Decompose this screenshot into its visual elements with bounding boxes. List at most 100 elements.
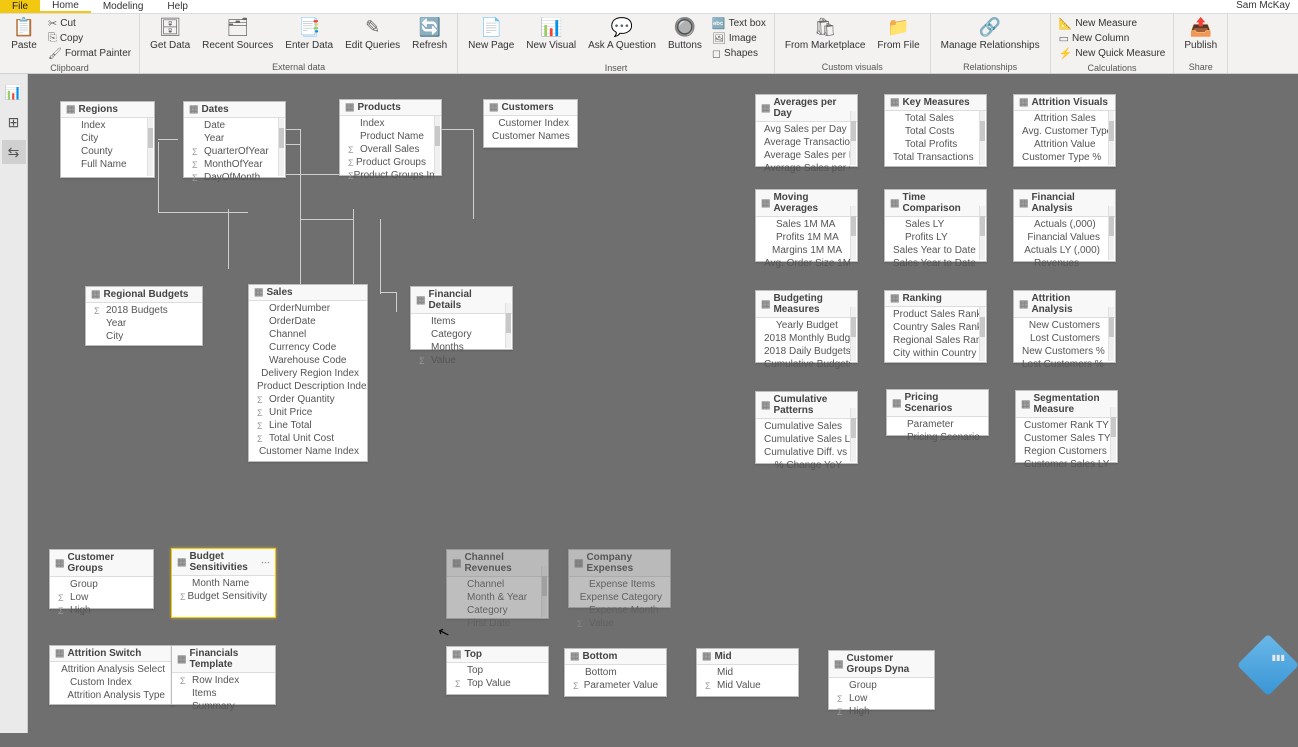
field-row[interactable]: Customer Rank TY bbox=[1016, 419, 1110, 432]
scroll-thumb[interactable] bbox=[435, 126, 440, 146]
table-budget-sensitivities[interactable]: ▦Budget Sensitivities⋯Month NameΣBudget … bbox=[171, 548, 276, 618]
scrollbar[interactable] bbox=[979, 307, 985, 361]
table-header[interactable]: ▦Financial Details bbox=[411, 287, 512, 314]
field-row[interactable]: ΣMonthOfYear bbox=[184, 158, 278, 171]
table-header[interactable]: ▦Cumulative Patterns bbox=[756, 392, 857, 419]
field-row[interactable]: Total Profits bbox=[885, 138, 979, 151]
field-row[interactable]: Group bbox=[829, 679, 934, 692]
scroll-thumb[interactable] bbox=[851, 216, 856, 236]
field-row[interactable]: Sales 1M MA bbox=[756, 218, 850, 231]
field-row[interactable]: ΣTop Value bbox=[447, 677, 548, 690]
field-row[interactable]: ΣParameter Value bbox=[565, 679, 666, 692]
field-row[interactable]: ΣOverall Sales bbox=[340, 143, 434, 156]
field-row[interactable]: Delivery Region Index bbox=[249, 367, 367, 380]
scroll-thumb[interactable] bbox=[1111, 417, 1116, 437]
text-box-button[interactable]: 🔤Text box bbox=[708, 16, 770, 31]
table-header[interactable]: ▦Key Measures bbox=[885, 95, 986, 111]
field-row[interactable]: Month Name bbox=[172, 577, 275, 590]
field-row[interactable]: Profits 1M MA bbox=[756, 231, 850, 244]
field-row[interactable]: Mid bbox=[697, 666, 798, 679]
from-file-button[interactable]: 📁From File bbox=[871, 16, 925, 53]
buttons-button[interactable]: 🔘Buttons bbox=[662, 16, 708, 53]
table-header[interactable]: ▦Ranking bbox=[885, 291, 986, 307]
table-header[interactable]: ▦Customers bbox=[484, 100, 577, 116]
ask-question-button[interactable]: 💬Ask A Question bbox=[582, 16, 662, 53]
table-header[interactable]: ▦Company Expenses bbox=[569, 550, 670, 577]
scroll-thumb[interactable] bbox=[980, 121, 985, 141]
field-row[interactable]: ΣMid Value bbox=[697, 679, 798, 692]
field-row[interactable]: Lost Customers bbox=[1014, 332, 1108, 345]
field-row[interactable]: City bbox=[86, 330, 202, 343]
scrollbar[interactable] bbox=[1108, 307, 1114, 361]
image-button[interactable]: 🖼Image bbox=[708, 31, 770, 46]
field-row[interactable]: New Customers % bbox=[1014, 345, 1108, 358]
table-customer-groups[interactable]: ▦Customer GroupsGroupΣLowΣHigh bbox=[49, 549, 154, 609]
table-budgeting-measures[interactable]: ▦Budgeting MeasuresYearly Budget2018 Mon… bbox=[755, 290, 858, 363]
scrollbar[interactable] bbox=[278, 118, 284, 176]
table-header[interactable]: ▦Customer Groups bbox=[50, 550, 153, 577]
field-row[interactable]: Month & Year bbox=[447, 591, 541, 604]
field-row[interactable]: Customer Sales LY bbox=[1016, 458, 1110, 471]
scroll-thumb[interactable] bbox=[851, 418, 856, 438]
field-row[interactable]: Pricing Scenario bbox=[887, 431, 988, 444]
table-header[interactable]: ▦Pricing Scenarios bbox=[887, 390, 988, 417]
field-row[interactable]: Category bbox=[411, 328, 505, 341]
table-key-measures[interactable]: ▦Key MeasuresTotal SalesTotal CostsTotal… bbox=[884, 94, 987, 167]
field-row[interactable]: ΣValue bbox=[411, 354, 505, 367]
table-header[interactable]: ▦Products bbox=[340, 100, 441, 116]
field-row[interactable]: ΣValue bbox=[569, 617, 670, 630]
field-row[interactable]: ΣDayOfMonth bbox=[184, 171, 278, 184]
table-header[interactable]: ▦Moving Averages bbox=[756, 190, 857, 217]
field-row[interactable]: ΣLow bbox=[50, 591, 153, 604]
scroll-thumb[interactable] bbox=[1109, 121, 1114, 141]
field-row[interactable]: OrderDate bbox=[249, 315, 367, 328]
scroll-thumb[interactable] bbox=[279, 128, 284, 148]
table-header[interactable]: ▦Budgeting Measures bbox=[756, 291, 857, 318]
field-row[interactable]: 2018 Daily Budgets bbox=[756, 345, 850, 358]
field-row[interactable]: Category bbox=[447, 604, 541, 617]
field-row[interactable]: Summary bbox=[172, 700, 275, 713]
table-time-comparison[interactable]: ▦Time ComparisonSales LYProfits LYSales … bbox=[884, 189, 987, 262]
publish-button[interactable]: 📤Publish bbox=[1178, 16, 1223, 53]
table-cumulative-patterns[interactable]: ▦Cumulative PatternsCumulative SalesCumu… bbox=[755, 391, 858, 464]
cut-button[interactable]: ✂Cut bbox=[44, 16, 135, 31]
field-row[interactable]: Group bbox=[50, 578, 153, 591]
scrollbar[interactable] bbox=[850, 111, 856, 165]
field-row[interactable]: Average Transactions bbox=[756, 136, 850, 149]
field-row[interactable]: City bbox=[61, 132, 147, 145]
report-view-icon[interactable]: 📊 bbox=[2, 80, 26, 104]
field-row[interactable]: Avg. Order Size 1M M bbox=[756, 257, 850, 270]
table-header[interactable]: ▦Attrition Switch bbox=[50, 646, 173, 662]
field-row[interactable]: Cumulative Budgets bbox=[756, 358, 850, 371]
field-row[interactable]: Margins 1M MA bbox=[756, 244, 850, 257]
scroll-thumb[interactable] bbox=[148, 128, 153, 148]
table-moving-averages[interactable]: ▦Moving AveragesSales 1M MAProfits 1M MA… bbox=[755, 189, 858, 262]
shapes-button[interactable]: ◻Shapes bbox=[708, 46, 770, 61]
table-avg-per-day[interactable]: ▦Averages per DayAvg Sales per DayAverag… bbox=[755, 94, 858, 167]
field-row[interactable]: ΣProduct Groups Ind bbox=[340, 169, 434, 182]
table-customer-groups-dyna[interactable]: ▦Customer Groups DynaGroupΣLowΣHigh bbox=[828, 650, 935, 710]
field-row[interactable]: Σ2018 Budgets bbox=[86, 304, 202, 317]
field-row[interactable]: Country Sales Rank bbox=[885, 321, 979, 334]
scroll-thumb[interactable] bbox=[851, 121, 856, 141]
paste-button[interactable]: 📋Paste bbox=[4, 16, 44, 53]
field-row[interactable]: ΣProduct Groups bbox=[340, 156, 434, 169]
table-header[interactable]: ▦Top bbox=[447, 647, 548, 663]
field-row[interactable]: First Date bbox=[447, 617, 541, 630]
table-header[interactable]: ▦Attrition Visuals bbox=[1014, 95, 1115, 111]
table-bottom[interactable]: ▦BottomBottomΣParameter Value bbox=[564, 648, 667, 697]
field-row[interactable]: Profits LY bbox=[885, 231, 979, 244]
table-financial-analysis[interactable]: ▦Financial AnalysisActuals (,000)Financi… bbox=[1013, 189, 1116, 262]
table-company-expenses[interactable]: ▦Company ExpensesExpense ItemsExpense Ca… bbox=[568, 549, 671, 608]
field-row[interactable]: Customer Sales TY bbox=[1016, 432, 1110, 445]
field-row[interactable]: Avg Sales per Day bbox=[756, 123, 850, 136]
field-row[interactable]: Year bbox=[184, 132, 278, 145]
scroll-thumb[interactable] bbox=[851, 317, 856, 337]
field-row[interactable]: Sales LY bbox=[885, 218, 979, 231]
scrollbar[interactable] bbox=[979, 206, 985, 260]
field-row[interactable]: ΣBudget Sensitivity bbox=[172, 590, 275, 603]
field-row[interactable]: ΣLine Total bbox=[249, 419, 367, 432]
scrollbar[interactable] bbox=[979, 111, 985, 165]
field-row[interactable]: Cumulative Sales bbox=[756, 420, 850, 433]
table-header[interactable]: ▦Mid bbox=[697, 649, 798, 665]
